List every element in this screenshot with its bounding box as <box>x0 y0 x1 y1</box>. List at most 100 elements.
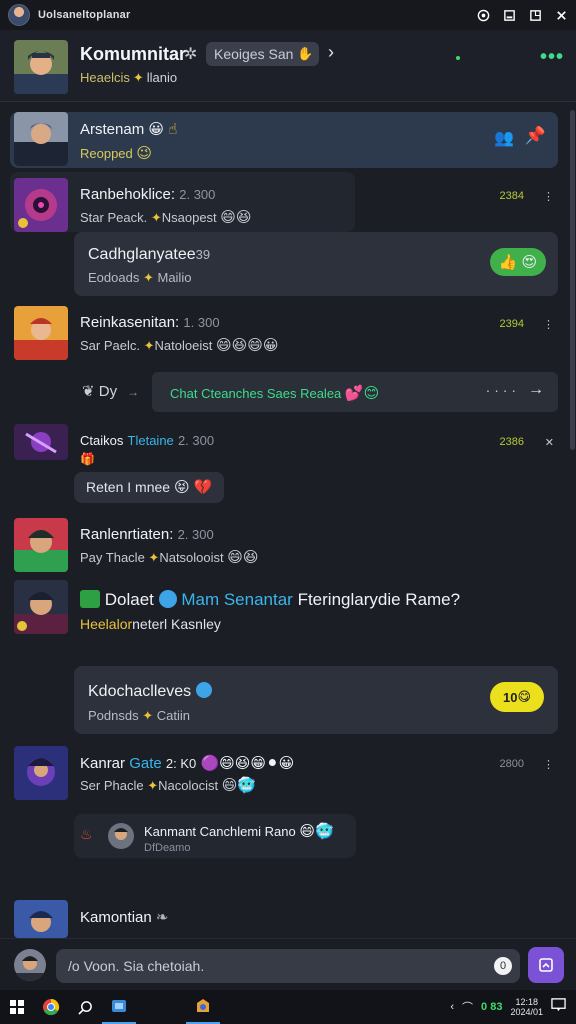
author-name[interactable]: Ranbehoklice: 2. 300 <box>80 186 215 203</box>
grin-emoji-icon: 😄😆😄😀 <box>215 337 279 354</box>
more-icon[interactable]: ⋮ <box>543 758 554 771</box>
search-icon <box>77 1000 92 1015</box>
author-name-text: Kamontian <box>80 909 152 926</box>
chat-app-icon <box>197 999 209 1012</box>
online-indicator <box>456 56 460 60</box>
user-icon[interactable]: 👥 <box>494 128 514 148</box>
star-icon: ✦ <box>148 550 160 565</box>
avatar[interactable] <box>14 178 68 232</box>
reply-card[interactable]: ♨ Kanmant Canchlemi Rano 😄🥶 DfDeamo <box>74 814 356 858</box>
window-titlebar: Uolsaneltoplanar <box>0 0 576 30</box>
message-count: 2394 <box>499 318 524 330</box>
author-name[interactable]: Ctaikos Tletaine 2. 300 <box>80 432 214 449</box>
message-count: 2800 <box>499 758 524 770</box>
avatar[interactable] <box>14 112 68 166</box>
grin-emoji-icon: 😝 <box>173 479 190 496</box>
thumbs-up-icon: 👍 <box>498 254 518 271</box>
arrow-right-icon: → <box>127 385 140 399</box>
embed-card[interactable]: Cadhglanyatee39 Eodoads ✦ Mailio 👍 😍 <box>74 232 558 296</box>
card-subtitle: Podnsds ✦ Catiin <box>88 708 190 724</box>
author-name[interactable]: Reinkasenitan: 1. 300 <box>80 314 220 331</box>
card-sub-a: Podnsds <box>88 708 139 723</box>
clock-time: 12:18 <box>515 997 538 1007</box>
my-avatar[interactable] <box>14 949 46 981</box>
network-icon[interactable]: ⌒ <box>462 999 473 1015</box>
text-a: Pay Thacle <box>80 550 145 565</box>
gear-icon[interactable]: ✲ <box>184 44 197 64</box>
more-options-icon[interactable]: ••• <box>540 46 564 69</box>
scrollbar[interactable] <box>570 110 575 450</box>
send-button[interactable] <box>528 947 564 983</box>
timestamp: 2. 300 <box>177 433 215 448</box>
hand-icon: ✋ <box>297 46 314 61</box>
author-tag: Tletaine <box>127 433 174 448</box>
author-name-text: Ranbehoklice: <box>80 186 176 203</box>
mention[interactable]: Mam Senantar <box>181 590 293 609</box>
send-icon <box>539 958 553 972</box>
laugh-emoji-icon: 😆 <box>235 209 252 226</box>
taskbar-app-active[interactable] <box>102 990 136 1024</box>
avatar[interactable] <box>14 900 68 938</box>
message-input[interactable] <box>56 949 520 983</box>
reaction-pill[interactable]: 10 😋 <box>490 682 544 712</box>
author-name[interactable]: Arstenam 😀 ☝ <box>80 120 177 138</box>
message-count: 2384 <box>499 190 524 202</box>
author-name[interactable]: Kanrar Gate 2: K0 🟣😄😆😁⚫😀 <box>80 754 294 772</box>
thread-text-value: Chat Cteanches Saes Realea <box>170 386 342 401</box>
avatar[interactable] <box>14 518 68 572</box>
more-options-icon[interactable]: · · · · <box>486 382 516 398</box>
windows-icon <box>10 1000 24 1014</box>
minimize-button[interactable] <box>502 8 516 22</box>
reaction-pill[interactable]: 👍 😍 <box>490 248 546 276</box>
smile-emoji-icon: 😊 <box>363 385 380 402</box>
more-icon[interactable]: ⋮ <box>543 190 554 203</box>
tray-indicator: 0 83 <box>481 1001 503 1013</box>
os-taskbar: ‹ ⌒ 0 83 12:18 2024/01 <box>0 990 576 1024</box>
record-icon[interactable] <box>476 8 490 22</box>
big-text-a: Dolaet <box>104 590 154 609</box>
timestamp: 1. 300 <box>183 315 220 330</box>
start-button[interactable] <box>0 990 34 1024</box>
close-icon[interactable]: ✕ <box>545 436 554 449</box>
notification-icon[interactable] <box>551 997 566 1017</box>
clock[interactable]: 12:18 2024/01 <box>510 997 543 1017</box>
taskbar-chat-app[interactable] <box>186 990 220 1024</box>
taskbar-browser[interactable] <box>34 990 68 1024</box>
avatar[interactable] <box>14 746 68 800</box>
server-label: Keoiges San <box>214 46 294 62</box>
chevron-right-icon[interactable]: › <box>328 42 334 63</box>
emoji-picker-button[interactable]: 0 <box>494 957 512 975</box>
author-name-text: Ranlenrtiaten: <box>80 526 174 543</box>
avatar[interactable] <box>14 424 68 460</box>
card-subtitle: Eodoads ✦ Mailio <box>88 270 191 286</box>
text-a: Star Peack. <box>80 210 148 225</box>
more-icon[interactable]: ⋮ <box>543 318 554 331</box>
author-name[interactable]: Ranlenrtiaten: 2. 300 <box>80 526 214 543</box>
card-title: Cadhglanyatee39 <box>88 246 210 264</box>
maximize-button[interactable] <box>528 8 542 22</box>
close-button[interactable] <box>554 8 568 22</box>
server-pill[interactable]: Keoiges San ✋ <box>206 42 320 66</box>
avatar[interactable] <box>14 580 68 634</box>
pin-icon[interactable]: 📌 <box>525 126 546 146</box>
thread-left-text: Dy <box>98 383 118 400</box>
card-title-text: Cadhglanyatee <box>88 246 196 263</box>
thread-toggle[interactable]: ❦ Dy → <box>82 382 139 400</box>
embed-card[interactable]: Kdochaclleves Podnsds ✦ Catiin 10 😋 <box>74 666 558 734</box>
thread-bar[interactable]: Chat Cteanches Saes Realea 💕😊 · · · · → <box>152 372 558 412</box>
author-name[interactable]: Kamontian ❧ <box>80 908 168 926</box>
reply-text: Kanmant Canchlemi Rano 😄🥶 <box>144 822 334 840</box>
arrow-right-icon[interactable]: → <box>528 381 544 399</box>
message-bubble[interactable]: Reten I mnee 😝 💔 <box>74 472 225 503</box>
author-name-text: Kanrar <box>80 755 126 772</box>
taskbar-search[interactable] <box>68 990 102 1024</box>
group-avatar[interactable] <box>14 40 68 94</box>
channel-title: Komumnitar <box>80 44 187 64</box>
gift-icon: 🎁 <box>80 452 95 466</box>
star-icon: ✦ <box>147 778 159 793</box>
chevron-up-icon[interactable]: ‹ <box>450 1001 454 1013</box>
text-b: Nacolocist <box>158 778 219 793</box>
message-feed[interactable]: Arstenam 😀 ☝ Reopped 😉 👥 📌 Ranbehoklice:… <box>0 102 576 938</box>
shield-icon <box>158 590 177 608</box>
avatar[interactable] <box>14 306 68 360</box>
